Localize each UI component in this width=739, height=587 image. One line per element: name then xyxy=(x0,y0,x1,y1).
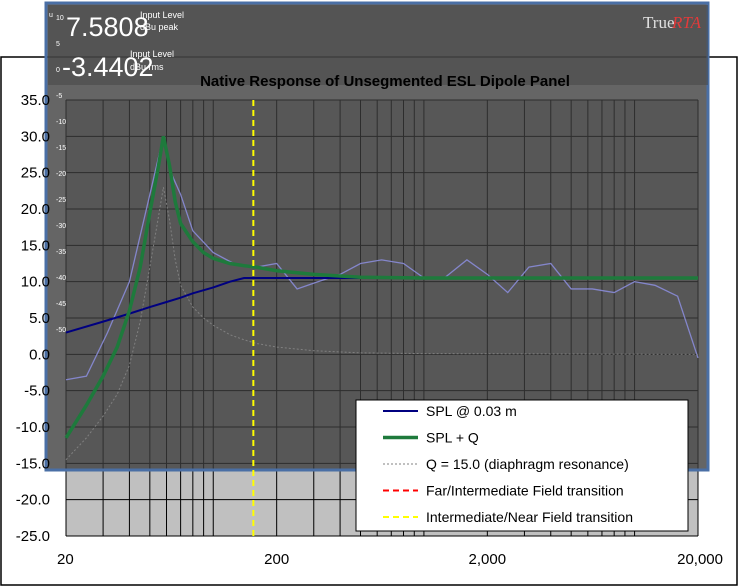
rta-scale-label: -35 xyxy=(56,249,66,256)
y-tick-label: 5.0 xyxy=(29,310,50,327)
legend: SPL @ 0.03 m SPL + Q Q = 15.0 (diaphragm r… xyxy=(355,399,689,532)
rta-scale-label: 10 xyxy=(56,15,64,22)
logo-rta: RTA xyxy=(671,13,702,32)
rta-scale-label: -50 xyxy=(56,327,66,334)
rta-scale-label: -10 xyxy=(56,119,66,126)
chart-frame: 10 5 0 -5 -10 -15 -20 -25 -30 -35 -40 -45 -50 u 7.58… xyxy=(0,0,739,587)
y-tick-label: -5.0 xyxy=(24,383,50,400)
x-tick-label: 20 xyxy=(57,551,74,568)
rta-scale-label: -20 xyxy=(56,171,66,178)
rta-left-scale-unit: u xyxy=(49,12,53,19)
legend-label: SPL + Q xyxy=(426,430,479,446)
legend-label: Intermediate/Near Field transition xyxy=(426,509,633,525)
y-tick-label: 30.0 xyxy=(21,128,50,145)
y-tick-label: -10.0 xyxy=(16,419,50,436)
chart-svg: 10 5 0 -5 -10 -15 -20 -25 -30 -35 -40 -45 -50 u 7.58… xyxy=(0,1,738,586)
rta-scale-label: -40 xyxy=(56,275,66,282)
legend-label: SPL @ 0.03 m xyxy=(426,403,517,419)
rta-scale-label: -45 xyxy=(56,301,66,308)
input-level-rms-unit: dBu rms xyxy=(130,62,164,72)
rta-scale-label: 0 xyxy=(56,67,60,74)
rta-scale-label: -15 xyxy=(56,145,66,152)
y-tick-label: 25.0 xyxy=(21,165,50,182)
input-level-rms-label: Input Level xyxy=(130,49,174,59)
rta-scale-label: 5 xyxy=(56,41,60,48)
x-tick-label: 20,000 xyxy=(677,551,723,568)
input-level-peak-unit: dBu peak xyxy=(140,22,179,32)
legend-label: Q = 15.0 (diaphragm resonance) xyxy=(426,456,629,472)
rta-scale-label: -5 xyxy=(56,93,62,100)
logo-true: True xyxy=(643,13,675,32)
input-level-peak-label: Input Level xyxy=(140,10,184,20)
truerta-logo: True RTA xyxy=(643,13,702,32)
y-tick-label: 35.0 xyxy=(21,92,50,109)
x-tick-label: 200 xyxy=(264,551,289,568)
y-tick-label: -20.0 xyxy=(16,492,50,509)
x-tick-label: 2,000 xyxy=(469,551,507,568)
rta-scale-label: -30 xyxy=(56,223,66,230)
input-level-peak-value: 7.5808 xyxy=(66,12,149,42)
y-tick-label: -25.0 xyxy=(16,528,50,545)
y-tick-label: 20.0 xyxy=(21,201,50,218)
y-tick-label: 10.0 xyxy=(21,274,50,291)
y-tick-label: 15.0 xyxy=(21,237,50,254)
y-tick-label: -15.0 xyxy=(16,455,50,472)
rta-scale-label: -25 xyxy=(56,197,66,204)
legend-label: Far/Intermediate Field transition xyxy=(426,483,624,499)
y-tick-label: 0.0 xyxy=(29,346,50,363)
chart-title: Native Response of Unsegmented ESL Dipol… xyxy=(200,73,570,90)
